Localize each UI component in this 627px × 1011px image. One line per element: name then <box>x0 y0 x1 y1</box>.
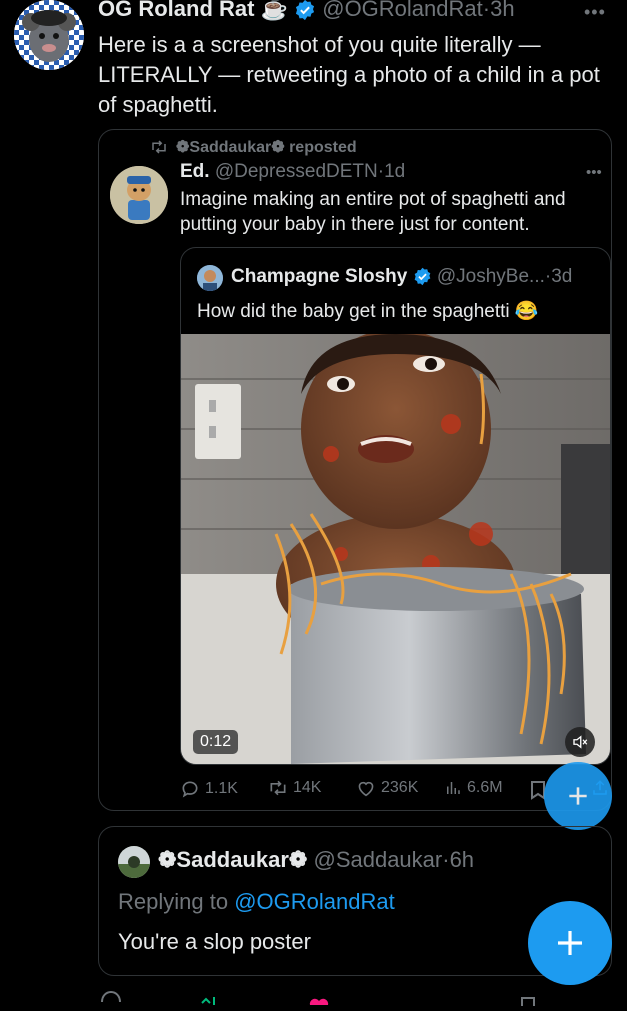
repost-icon <box>152 140 166 154</box>
reply-time[interactable]: 6h <box>450 847 474 872</box>
baby-in-spaghetti-pot-video-frame <box>181 334 610 764</box>
main-more-icon[interactable]: ••• <box>584 2 606 23</box>
plus-icon <box>569 787 587 805</box>
like-count: 236K <box>381 779 419 796</box>
main-author-avatar[interactable] <box>14 0 84 70</box>
repost-icon <box>270 780 286 796</box>
rat-avatar-image <box>14 0 84 70</box>
ed-handle[interactable]: @DepressedDETN <box>215 161 378 182</box>
replying-to-line: Replying to @OGRolandRat <box>118 889 395 915</box>
reply-count: 1.1K <box>205 780 238 797</box>
speaker-muted-icon <box>573 735 588 749</box>
quoted-handle[interactable]: @JoshyBe... <box>437 266 545 287</box>
main-post-header: OG Roland Rat ☕ @OGRolandRat·3h <box>98 0 515 22</box>
verified-icon <box>296 0 315 21</box>
reply-icon <box>182 781 198 798</box>
ed-header: Ed. @DepressedDETN·1d <box>180 161 406 182</box>
dog-avatar-image <box>110 166 168 224</box>
reply-header: ❁Saddaukar❁ @Saddaukar·6h <box>158 847 475 872</box>
reposted-by-line[interactable]: ❁Saddaukar❁ reposted <box>150 137 357 157</box>
bottom-repost-icon[interactable] <box>200 992 230 1010</box>
repost-count-button[interactable]: 14K <box>268 779 321 797</box>
replying-to-link[interactable]: @OGRolandRat <box>234 889 395 914</box>
ed-time[interactable]: 1d <box>384 161 405 182</box>
like-icon <box>358 781 374 797</box>
verified-icon <box>414 268 430 286</box>
video-player[interactable]: 0:12 <box>181 334 610 764</box>
compose-fab-small[interactable] <box>544 762 612 830</box>
quoted-post-text: How did the baby get in the spaghetti 😂 <box>197 301 539 322</box>
like-count-button[interactable]: 236K <box>356 779 418 797</box>
person-avatar-image <box>197 265 223 291</box>
main-handle[interactable]: @OGRolandRat <box>322 0 483 21</box>
champagne-avatar[interactable] <box>197 265 223 291</box>
video-duration-badge: 0:12 <box>193 730 239 754</box>
views-count: 6.6M <box>467 779 503 796</box>
reply-author-name[interactable]: ❁Saddaukar❁ <box>158 847 307 872</box>
ed-post-text: Imagine making an entire pot of spaghett… <box>180 189 566 235</box>
reply-handle[interactable]: @Saddaukar <box>313 847 442 872</box>
bottom-like-icon[interactable] <box>308 992 330 1010</box>
plus-icon <box>558 931 582 955</box>
landscape-avatar-image <box>118 846 150 878</box>
quoted-author-name[interactable]: Champagne Sloshy <box>231 266 407 287</box>
author-emoji: ☕ <box>260 0 288 21</box>
saddaukar-avatar[interactable] <box>118 846 150 878</box>
repost-count: 14K <box>293 779 322 796</box>
ed-avatar[interactable] <box>110 166 168 224</box>
views-count-button[interactable]: 6.6M <box>444 779 503 797</box>
bottom-bookmark-icon[interactable] <box>520 993 536 1011</box>
ed-more-icon[interactable]: ••• <box>586 164 602 181</box>
quoted-header: Champagne Sloshy @JoshyBe...·3d <box>231 266 573 287</box>
main-time[interactable]: 3h <box>490 0 514 21</box>
compose-fab[interactable] <box>528 901 612 985</box>
replying-prefix: Replying to <box>118 889 229 914</box>
views-icon <box>447 782 460 794</box>
reposted-by-text: ❁Saddaukar❁ reposted <box>176 139 357 156</box>
main-author-name[interactable]: OG Roland Rat <box>98 0 254 21</box>
reply-text: You're a slop poster <box>118 929 311 954</box>
quoted-time[interactable]: 3d <box>551 266 572 287</box>
reply-count-button[interactable]: 1.1K <box>180 779 238 799</box>
main-post-text: Here is a a screenshot of you quite lite… <box>98 32 600 117</box>
mute-icon[interactable] <box>565 727 595 757</box>
ed-author-name[interactable]: Ed. <box>180 161 210 182</box>
